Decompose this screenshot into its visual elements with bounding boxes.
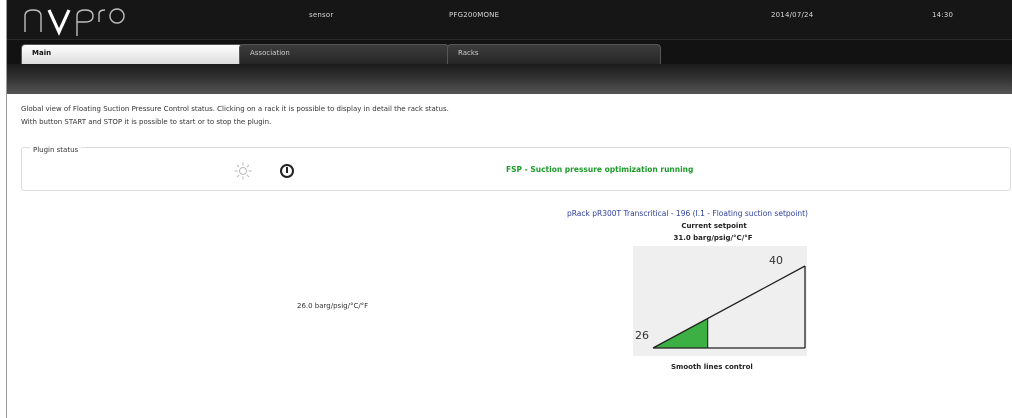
app-window: sensor PFG200MONE 2014/07/24 14:30 Main …	[6, 0, 1012, 418]
sun-icon[interactable]	[234, 162, 252, 180]
header-host: PFG200MONE	[449, 11, 500, 19]
rack-link[interactable]: pRack pR300T Transcritical - 196 (I.1 - …	[567, 209, 808, 218]
plugin-status-text: FSP - Suction pressure optimization runn…	[506, 165, 694, 174]
current-setpoint-value: 31.0 barg/psig/°C/°F	[673, 234, 753, 242]
header-time: 14:30	[932, 11, 954, 19]
power-icon[interactable]	[280, 164, 294, 178]
min-setpoint-value: 26.0 barg/psig/°C/°F	[297, 302, 369, 310]
tab-main[interactable]: Main	[21, 44, 243, 64]
plugin-status-legend: Plugin status	[30, 146, 82, 154]
current-setpoint-label: Current setpoint	[681, 222, 747, 230]
description-line-1: Global view of Floating Suction Pressure…	[21, 105, 449, 113]
tab-association[interactable]: Association	[239, 44, 449, 64]
control-mode-label: Smooth lines control	[671, 363, 753, 371]
pvpro-logo	[19, 2, 129, 38]
page-description: Global view of Floating Suction Pressure…	[21, 103, 449, 129]
graph-min-label: 26	[635, 329, 649, 342]
plugin-status-panel: Plugin status FSP - Suction pressure opt…	[21, 146, 1011, 191]
header-date: 2014/07/24	[771, 11, 814, 19]
description-line-2: With button START and STOP it is possibl…	[21, 118, 272, 126]
graph-max-label: 40	[769, 254, 783, 267]
graph-slope	[652, 265, 806, 349]
header-user: sensor	[309, 11, 334, 19]
top-header-bar: sensor PFG200MONE 2014/07/24 14:30	[7, 0, 1012, 40]
tab-bar: Main Association Racks	[7, 40, 1012, 64]
tab-racks[interactable]: Racks	[447, 44, 661, 64]
toolbar-strip	[7, 64, 1012, 94]
